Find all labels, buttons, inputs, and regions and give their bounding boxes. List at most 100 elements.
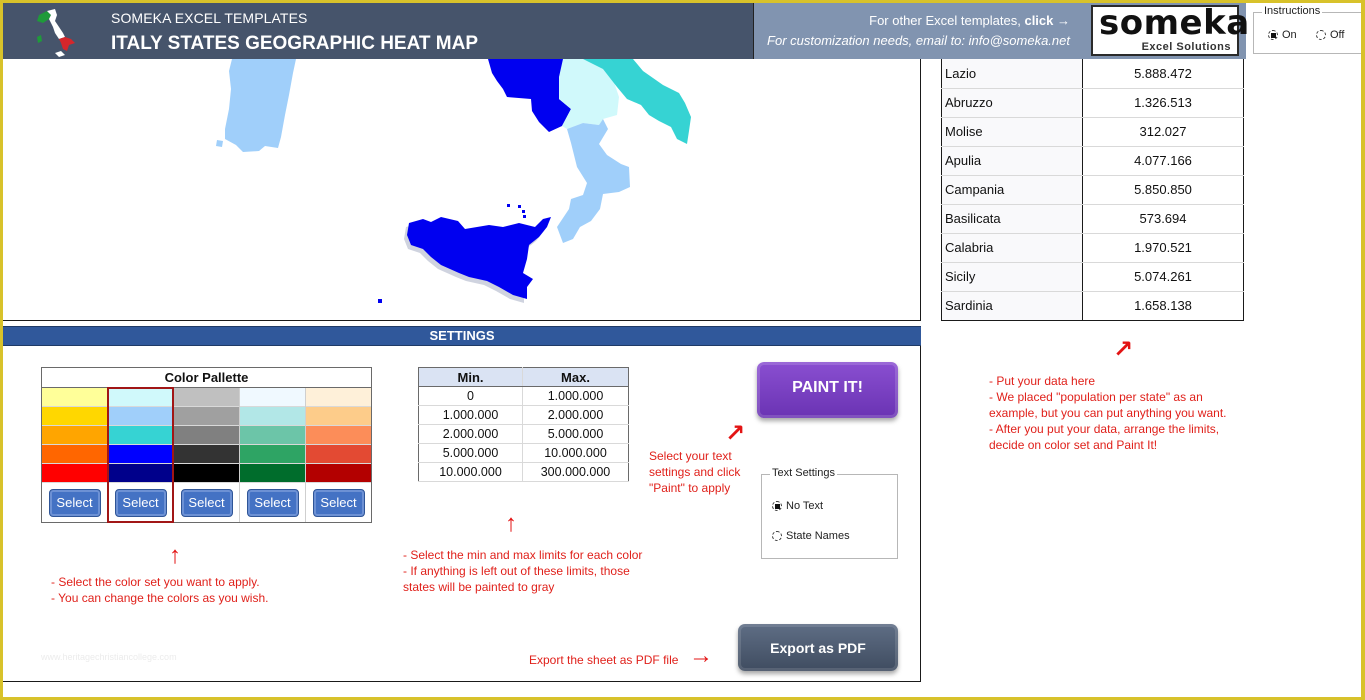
settings-header: SETTINGS (3, 326, 921, 346)
color-swatch[interactable] (306, 445, 371, 464)
watermark-text: www.heritagechristiancollege.com (41, 652, 177, 662)
state-name-cell[interactable]: Calabria (941, 233, 1083, 263)
select-palette-button[interactable]: Select (180, 488, 233, 517)
limit-max-cell[interactable]: 1.000.000 (522, 386, 629, 406)
state-name-cell[interactable]: Apulia (941, 146, 1083, 176)
select-button-cell: Select (108, 483, 173, 522)
state-name-cell[interactable]: Sardinia (941, 291, 1083, 320)
color-swatch[interactable] (174, 426, 239, 445)
limit-min-cell[interactable]: 0 (418, 386, 523, 406)
color-swatch[interactable] (306, 426, 371, 445)
limit-min-cell[interactable]: 2.000.000 (418, 424, 523, 444)
color-palette-title: Color Pallette (42, 368, 371, 388)
color-swatch[interactable] (240, 407, 305, 426)
radio-unselected-icon (1316, 30, 1326, 40)
settings-panel: Color Pallette Select Select Select Select S… (3, 346, 921, 682)
limits-instructions-note: - Select the min and max limits for each… (403, 548, 643, 594)
color-swatch[interactable] (174, 388, 239, 407)
color-swatch[interactable] (306, 464, 371, 483)
color-swatch[interactable] (174, 464, 239, 483)
limits-row: 2.000.000 5.000.000 (418, 424, 629, 444)
limits-row: 10.000.000 300.000.000 (418, 462, 629, 482)
state-name-cell[interactable]: Basilicata (941, 204, 1083, 234)
state-value-cell[interactable]: 312.027 (1082, 117, 1244, 147)
color-swatch[interactable] (174, 407, 239, 426)
state-name-cell[interactable]: Lazio (941, 59, 1083, 89)
someka-logo[interactable]: someka Excel Solutions (1091, 3, 1249, 56)
table-row: Abruzzo 1.326.513 (941, 88, 1244, 118)
select-palette-button[interactable]: Select (48, 488, 101, 517)
color-swatch[interactable] (240, 426, 305, 445)
state-value-cell[interactable]: 4.077.166 (1082, 146, 1244, 176)
other-templates-link[interactable]: For other Excel templates, click → (869, 13, 1070, 28)
limit-min-cell[interactable]: 5.000.000 (418, 443, 523, 463)
limit-min-cell[interactable]: 10.000.000 (418, 462, 523, 482)
arrow-up-right-icon: ↗ (1113, 336, 1134, 363)
instructions-group-title: Instructions (1262, 5, 1323, 17)
state-value-cell[interactable]: 5.888.472 (1082, 59, 1244, 89)
limit-max-cell[interactable]: 2.000.000 (522, 405, 629, 425)
table-row: Basilicata 573.694 (941, 204, 1244, 234)
spreadsheet-sheet: SOMEKA EXCEL TEMPLATES ITALY STATES GEOG… (3, 3, 1361, 697)
state-value-cell[interactable]: 573.694 (1082, 204, 1244, 234)
palette-instructions-note: - Select the color set you want to apply… (51, 575, 269, 605)
instructions-off-radio[interactable]: Off (1316, 29, 1344, 41)
palette-set-3: Select (174, 388, 240, 522)
export-pdf-button[interactable]: Export as PDF (738, 624, 898, 671)
state-value-cell[interactable]: 1.970.521 (1082, 233, 1244, 263)
color-swatch[interactable] (108, 407, 173, 426)
someka-logo-word: someka (1099, 3, 1250, 43)
state-name-cell[interactable]: Campania (941, 175, 1083, 205)
click-link[interactable]: click → (1024, 13, 1070, 28)
state-value-cell[interactable]: 1.326.513 (1082, 88, 1244, 118)
paint-it-button[interactable]: PAINT IT! (757, 362, 898, 418)
no-text-radio[interactable]: No Text (772, 500, 823, 512)
state-name-cell[interactable]: Sicily (941, 262, 1083, 292)
color-swatch[interactable] (306, 388, 371, 407)
color-swatch[interactable] (108, 445, 173, 464)
state-value-cell[interactable]: 5.850.850 (1082, 175, 1244, 205)
instructions-on-radio[interactable]: On (1268, 29, 1297, 41)
map-island-pantelleria (378, 299, 382, 303)
arrow-up-icon: ↑ (169, 542, 181, 569)
table-row: Calabria 1.970.521 (941, 233, 1244, 263)
color-swatch[interactable] (240, 464, 305, 483)
limit-max-cell[interactable]: 10.000.000 (522, 443, 629, 463)
data-instructions-note: - Put your data here - We placed "popula… (989, 374, 1227, 452)
map-region-calabria[interactable] (557, 119, 630, 243)
select-palette-button[interactable]: Select (114, 488, 167, 517)
table-row: Molise 312.027 (941, 117, 1244, 147)
other-templates-text: For other Excel templates, (869, 13, 1025, 28)
arrow-right-icon: → (689, 642, 713, 669)
color-swatch[interactable] (108, 388, 173, 407)
state-value-cell[interactable]: 1.658.138 (1083, 291, 1244, 320)
limit-max-cell[interactable]: 5.000.000 (522, 424, 629, 444)
color-swatch[interactable] (108, 464, 173, 483)
arrow-up-right-icon: ↗ (725, 420, 746, 447)
color-swatch[interactable] (174, 445, 239, 464)
color-swatch[interactable] (42, 407, 107, 426)
color-swatch[interactable] (240, 445, 305, 464)
color-swatch[interactable] (108, 426, 173, 445)
color-swatch[interactable] (240, 388, 305, 407)
map-region-lazio[interactable] (488, 59, 571, 132)
state-name-cell[interactable]: Abruzzo (941, 88, 1083, 118)
palette-set-5: Select (306, 388, 371, 522)
color-swatch[interactable] (42, 388, 107, 407)
select-palette-button[interactable]: Select (312, 488, 365, 517)
state-names-radio[interactable]: State Names (772, 530, 850, 542)
map-region-sardinia[interactable] (216, 59, 296, 152)
select-palette-button[interactable]: Select (246, 488, 299, 517)
select-button-cell: Select (240, 483, 305, 522)
limit-max-cell[interactable]: 300.000.000 (522, 462, 629, 482)
color-swatch[interactable] (42, 445, 107, 464)
color-swatch[interactable] (306, 407, 371, 426)
limits-row: 5.000.000 10.000.000 (418, 443, 629, 463)
state-value-cell[interactable]: 5.074.261 (1082, 262, 1244, 292)
limit-min-cell[interactable]: 1.000.000 (418, 405, 523, 425)
table-row: Apulia 4.077.166 (941, 146, 1244, 176)
map-island-aeolian (522, 210, 525, 213)
state-name-cell[interactable]: Molise (941, 117, 1083, 147)
color-swatch[interactable] (42, 464, 107, 483)
color-swatch[interactable] (42, 426, 107, 445)
